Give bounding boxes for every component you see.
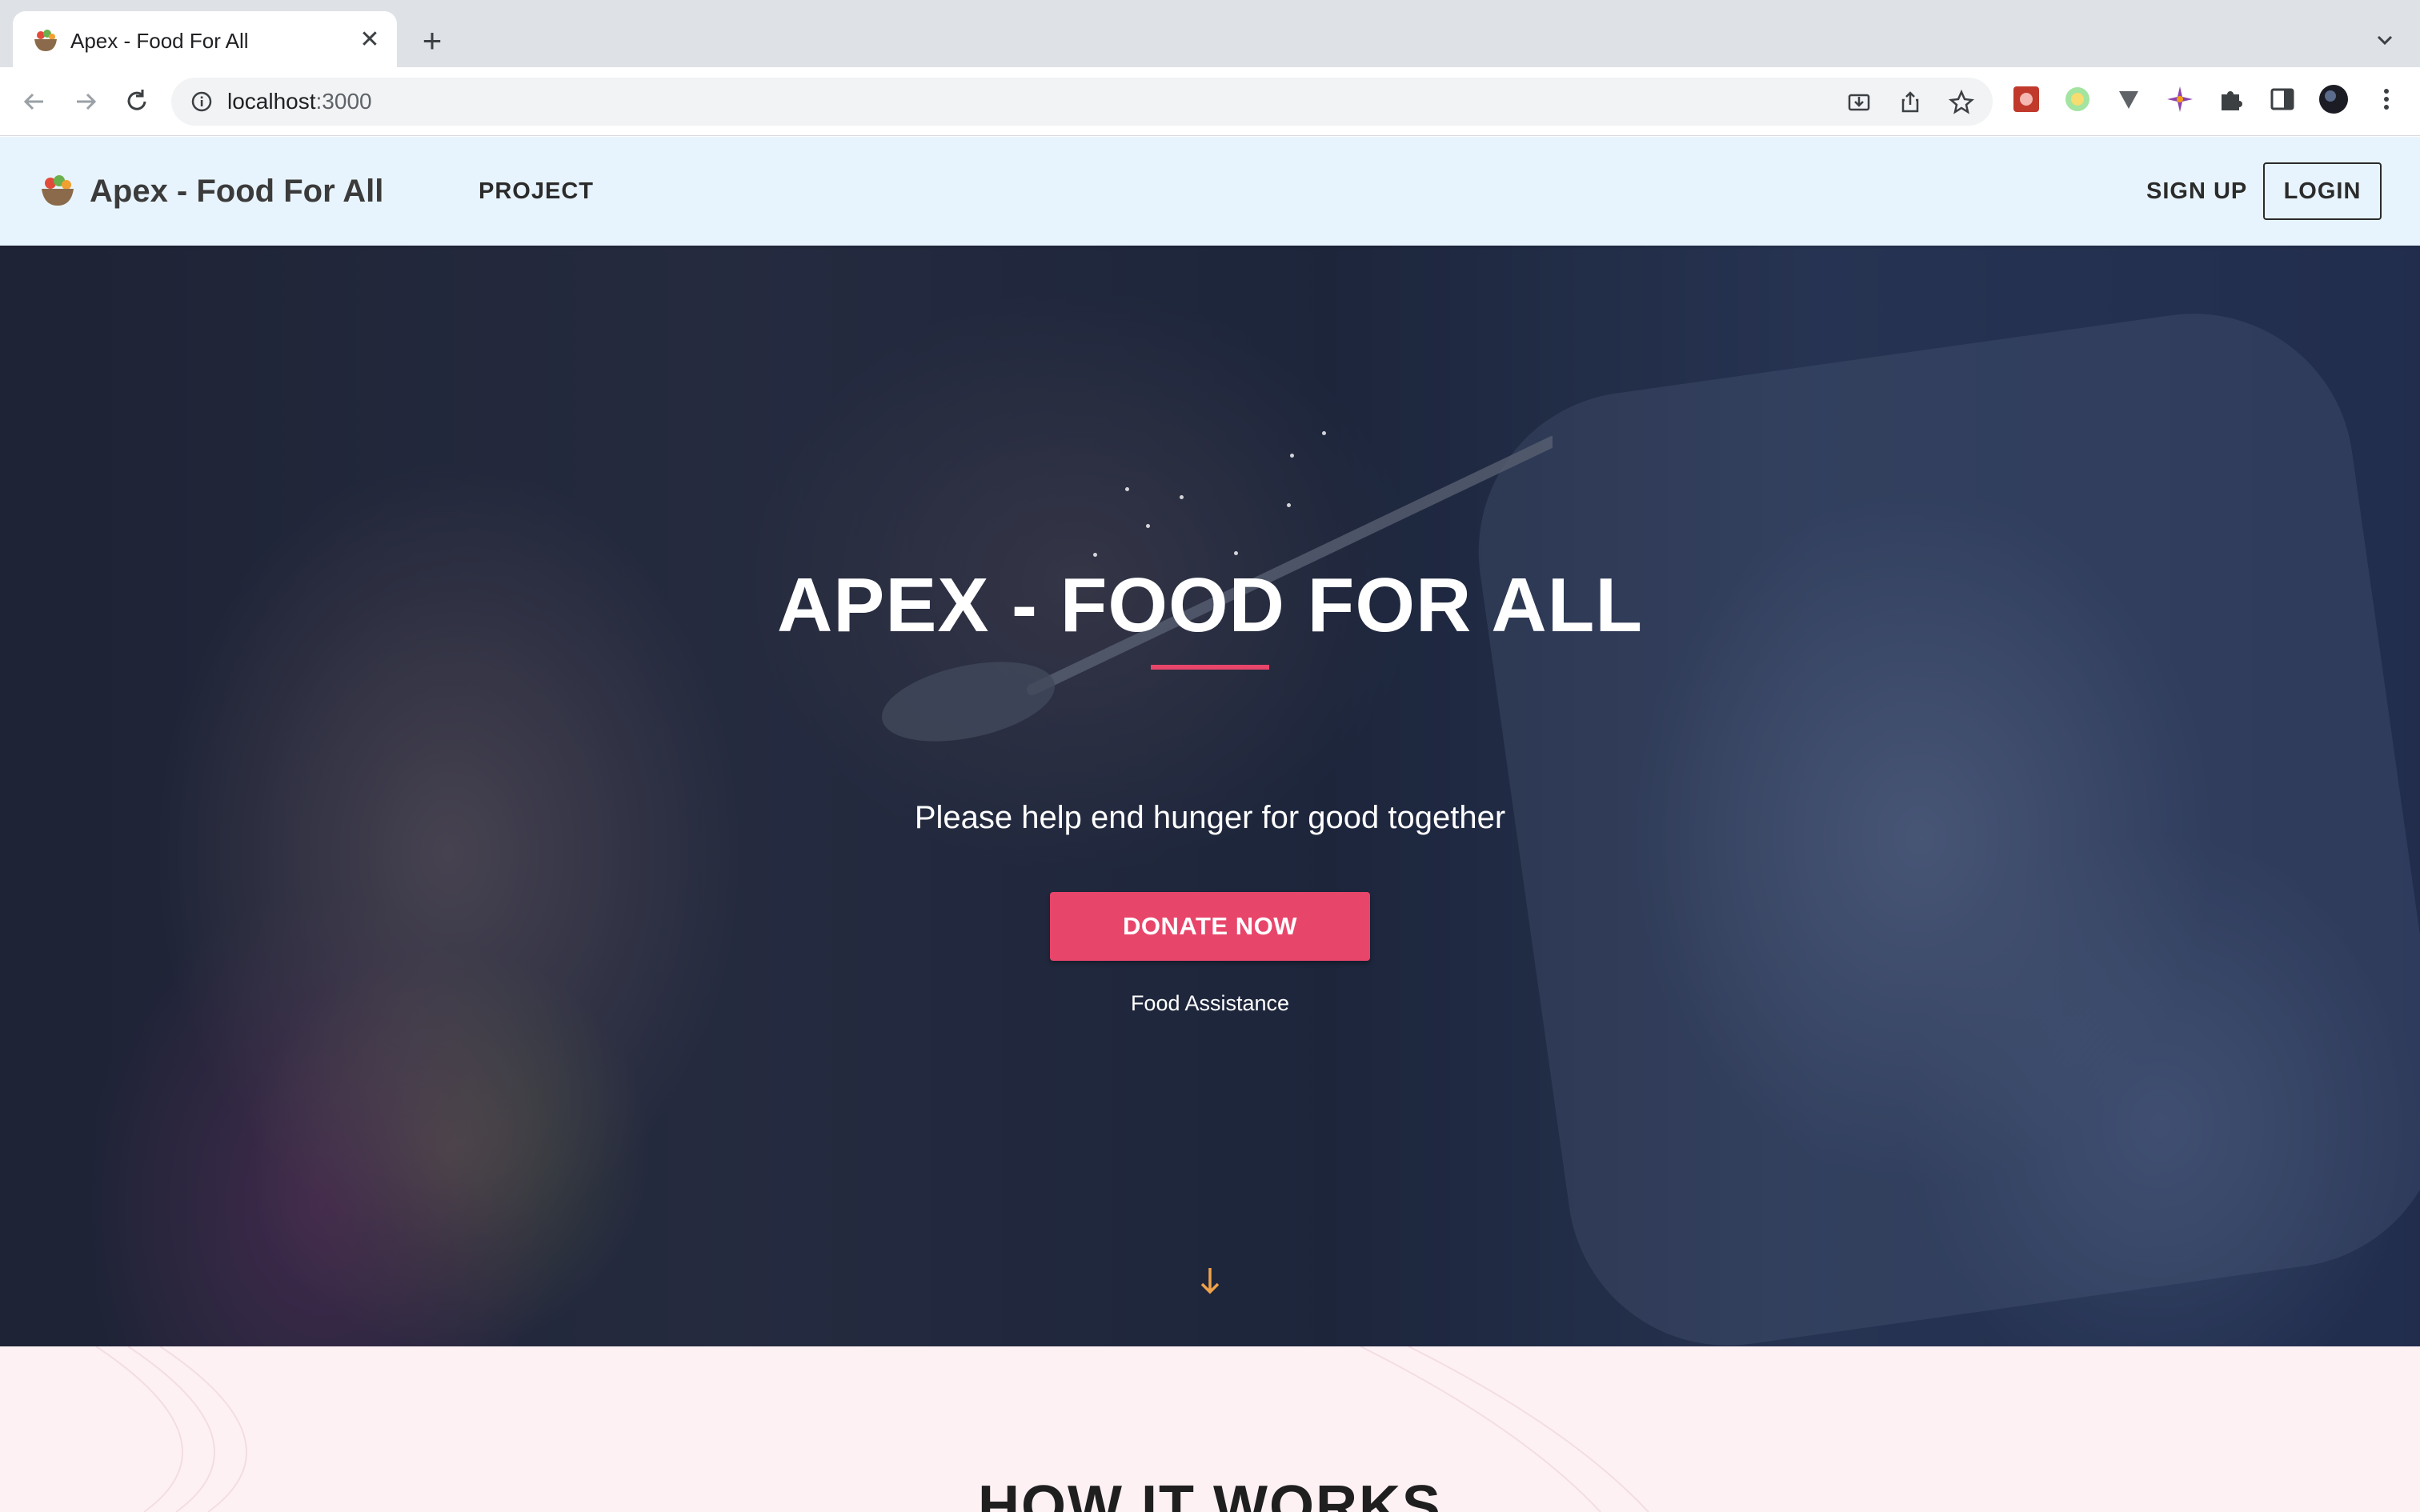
food-bowl-icon xyxy=(34,30,57,51)
sparkle-dot xyxy=(1146,524,1150,528)
hero-title: APEX - FOOD FOR ALL xyxy=(776,562,1644,648)
sparkle-dot xyxy=(1093,553,1097,557)
tab-search-chevron-icon[interactable] xyxy=(2369,24,2401,56)
star-icon[interactable] xyxy=(1948,89,1975,116)
nav-project-link[interactable]: PROJECT xyxy=(479,177,594,206)
browser-toolbar: localhost:3000 xyxy=(0,67,2420,136)
hero-section: APEX - FOOD FOR ALL Please help end hung… xyxy=(0,246,2420,1346)
site-navbar: Apex - Food For All PROJECT SIGN UP LOGI… xyxy=(0,137,2420,246)
back-arrow-icon[interactable] xyxy=(16,83,53,120)
hero-subtitle: Please help end hunger for good together xyxy=(914,800,1506,835)
browser-tab-strip: Apex - Food For All ✕ + xyxy=(0,0,2420,67)
brand-name[interactable]: Apex - Food For All xyxy=(90,170,383,212)
reload-icon[interactable] xyxy=(118,83,155,120)
forward-arrow-icon[interactable] xyxy=(67,83,104,120)
extension-colorful-icon[interactable] xyxy=(2164,83,2196,115)
info-icon[interactable] xyxy=(189,89,214,114)
browser-tab[interactable]: Apex - Food For All ✕ xyxy=(13,11,397,67)
sign-up-link[interactable]: SIGN UP xyxy=(2146,177,2247,206)
food-bowl-icon[interactable] xyxy=(38,172,77,210)
extension-v-icon[interactable] xyxy=(2113,83,2145,115)
section-title: HOW IT WORKS xyxy=(978,1474,1442,1512)
how-it-works-section: HOW IT WORKS xyxy=(0,1346,2420,1512)
hero-caption: Food Assistance xyxy=(1130,991,1290,1015)
sparkle-dot xyxy=(1290,454,1294,458)
sparkle-dot xyxy=(1180,495,1184,499)
down-arrow-icon[interactable] xyxy=(1197,1265,1223,1297)
url-text[interactable]: localhost:3000 xyxy=(227,89,372,114)
new-tab-button[interactable]: + xyxy=(413,22,451,61)
avatar[interactable] xyxy=(2318,83,2350,115)
side-panel-icon[interactable] xyxy=(2266,83,2298,115)
install-icon[interactable] xyxy=(1845,89,1873,116)
close-tab-icon[interactable]: ✕ xyxy=(355,26,384,54)
login-button[interactable]: LOGIN xyxy=(2263,162,2382,220)
donate-now-button[interactable]: DONATE NOW xyxy=(1050,892,1370,961)
sparkle-dot xyxy=(1125,487,1129,491)
tab-title: Apex - Food For All xyxy=(70,29,249,53)
address-bar[interactable]: localhost:3000 xyxy=(171,78,1993,126)
title-underline xyxy=(1151,665,1269,670)
puzzle-icon[interactable] xyxy=(2215,83,2247,115)
share-icon[interactable] xyxy=(1897,89,1924,116)
sparkle-dot xyxy=(1287,503,1291,507)
sparkle-dot xyxy=(1234,551,1238,555)
kebab-menu-icon[interactable] xyxy=(2370,83,2402,115)
extension-green-icon[interactable] xyxy=(2061,83,2093,115)
hero-overlay xyxy=(0,246,2420,1346)
sparkle-dot xyxy=(1322,431,1326,435)
extension-red-icon[interactable] xyxy=(2010,83,2042,115)
